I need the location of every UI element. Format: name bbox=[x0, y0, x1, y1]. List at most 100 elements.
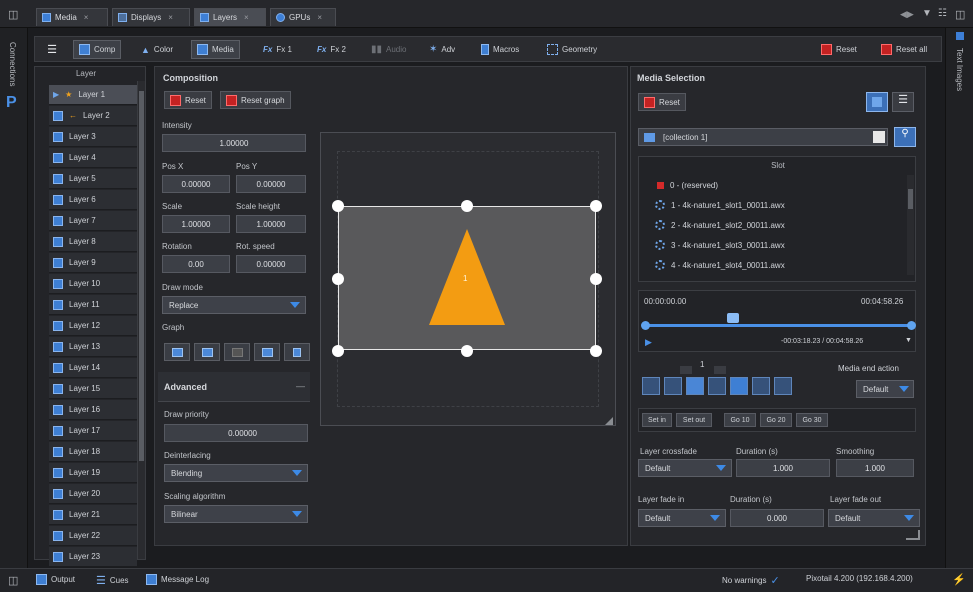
media-button[interactable]: Media bbox=[191, 40, 240, 59]
layer-row-8[interactable]: Layer 8 bbox=[49, 232, 137, 252]
layer-row-20[interactable]: Layer 20 bbox=[49, 484, 137, 504]
smoothing-field[interactable]: 1.000 bbox=[836, 459, 914, 477]
resize-grip-icon[interactable] bbox=[906, 530, 920, 540]
tab-media[interactable]: Media × bbox=[36, 8, 108, 26]
layer-row-9[interactable]: Layer 9 bbox=[49, 253, 137, 273]
layer-row-10[interactable]: Layer 10 bbox=[49, 274, 137, 294]
posy-field[interactable]: 0.00000 bbox=[236, 175, 306, 193]
composition-preview[interactable]: 1 bbox=[320, 132, 616, 426]
layer-row-21[interactable]: Layer 21 bbox=[49, 505, 137, 525]
adv-button[interactable]: ✶ Adv bbox=[423, 40, 461, 59]
resize-grip-icon[interactable] bbox=[605, 417, 613, 425]
resize-handle-bottom-left[interactable] bbox=[332, 345, 344, 357]
close-icon[interactable]: × bbox=[168, 13, 173, 22]
text-images-label[interactable]: Text Images bbox=[955, 48, 964, 91]
dock-icon[interactable]: ◫ bbox=[8, 574, 18, 587]
fade-out-dropdown[interactable]: Default bbox=[828, 509, 920, 527]
collapse-icon[interactable]: — bbox=[296, 381, 305, 391]
tab-displays[interactable]: Displays × bbox=[112, 8, 190, 26]
step-back-button[interactable] bbox=[664, 377, 682, 395]
connections-label[interactable]: Connections bbox=[8, 42, 17, 86]
timeline-start-handle[interactable] bbox=[641, 321, 650, 330]
menu-down-icon[interactable]: ▼ bbox=[922, 8, 932, 19]
resize-handle-bottom[interactable] bbox=[461, 345, 473, 357]
draw-mode-dropdown[interactable]: Replace bbox=[162, 296, 306, 314]
resize-handle-left[interactable] bbox=[332, 273, 344, 285]
connection-icon[interactable]: ⚡ bbox=[952, 573, 966, 586]
slot-row-0[interactable]: 0 - (reserved) bbox=[657, 175, 718, 195]
tab-layers[interactable]: Layers × bbox=[194, 8, 266, 26]
time-readout-arrow-icon[interactable]: ▼ bbox=[905, 337, 912, 344]
media-end-dropdown[interactable]: Default bbox=[856, 380, 914, 398]
graph-button-1[interactable] bbox=[164, 343, 190, 361]
play-button[interactable] bbox=[686, 377, 704, 395]
layer-row-7[interactable]: Layer 7 bbox=[49, 211, 137, 231]
layer-row-1[interactable]: ▶ ★ Layer 1 bbox=[49, 85, 137, 105]
pause-button[interactable] bbox=[708, 377, 726, 395]
close-icon[interactable]: × bbox=[317, 13, 322, 22]
layer-row-4[interactable]: Layer 4 bbox=[49, 148, 137, 168]
set-in-button[interactable]: Set in bbox=[642, 413, 672, 427]
geometry-button[interactable]: Geometry bbox=[541, 40, 603, 59]
resize-handle-top[interactable] bbox=[461, 200, 473, 212]
go30-button[interactable]: Go 30 bbox=[796, 413, 828, 427]
message-log-button[interactable]: Message Log bbox=[146, 574, 209, 585]
loop-button[interactable] bbox=[752, 377, 770, 395]
close-icon[interactable]: × bbox=[244, 13, 249, 22]
layer-row-12[interactable]: Layer 12 bbox=[49, 316, 137, 336]
layer-row-15[interactable]: Layer 15 bbox=[49, 379, 137, 399]
fx2-button[interactable]: Fx Fx 2 bbox=[311, 40, 352, 59]
reset-button[interactable]: Reset bbox=[815, 40, 863, 59]
resize-handle-bottom-right[interactable] bbox=[590, 345, 602, 357]
reset-all-button[interactable]: Reset all bbox=[875, 40, 933, 59]
resize-handle-top-right[interactable] bbox=[590, 200, 602, 212]
go-start-button[interactable] bbox=[642, 377, 660, 395]
slot-row-1[interactable]: 1 - 4k-nature1_slot1_00011.awx bbox=[655, 195, 785, 215]
layer-row-2[interactable]: ← Layer 2 bbox=[49, 106, 137, 126]
comp-reset-button[interactable]: Reset bbox=[164, 91, 212, 109]
slot-scroll-thumb[interactable] bbox=[908, 189, 913, 209]
go20-button[interactable]: Go 20 bbox=[760, 413, 792, 427]
collection-dropdown[interactable]: [collection 1] bbox=[638, 128, 888, 146]
close-icon[interactable]: × bbox=[84, 13, 89, 22]
layer-scrollbar[interactable] bbox=[137, 81, 145, 559]
graph-button-3[interactable] bbox=[224, 343, 250, 361]
scaling-dropdown[interactable]: Bilinear bbox=[164, 505, 308, 523]
layer-row-11[interactable]: Layer 11 bbox=[49, 295, 137, 315]
graph-button-2[interactable] bbox=[194, 343, 220, 361]
layer-row-18[interactable]: Layer 18 bbox=[49, 442, 137, 462]
hamburger-button[interactable]: ☰ bbox=[39, 40, 65, 59]
crossfade-dropdown[interactable]: Default bbox=[638, 459, 732, 477]
stop-button[interactable] bbox=[730, 377, 748, 395]
slot-row-3[interactable]: 3 - 4k-nature1_slot3_00011.awx bbox=[655, 235, 785, 255]
draw-priority-field[interactable]: 0.00000 bbox=[164, 424, 308, 442]
layer-row-17[interactable]: Layer 17 bbox=[49, 421, 137, 441]
media-reset-button[interactable]: Reset bbox=[638, 93, 686, 111]
play-icon[interactable]: ▶ bbox=[645, 337, 652, 348]
layer-bounds[interactable]: 1 bbox=[338, 206, 596, 350]
reset-graph-button[interactable]: Reset graph bbox=[220, 91, 291, 109]
intensity-field[interactable]: 1.00000 bbox=[162, 134, 306, 152]
resize-handle-top-left[interactable] bbox=[332, 200, 344, 212]
scale-height-field[interactable]: 1.00000 bbox=[236, 215, 306, 233]
timeline-track[interactable] bbox=[645, 324, 911, 327]
resize-handle-right[interactable] bbox=[590, 273, 602, 285]
layer-row-5[interactable]: Layer 5 bbox=[49, 169, 137, 189]
fade-in-dropdown[interactable]: Default bbox=[638, 509, 726, 527]
layer-row-22[interactable]: Layer 22 bbox=[49, 526, 137, 546]
slot-row-4[interactable]: 4 - 4k-nature1_slot4_00011.awx bbox=[655, 255, 785, 275]
layer-scroll-thumb[interactable] bbox=[139, 91, 144, 461]
layer-row-16[interactable]: Layer 16 bbox=[49, 400, 137, 420]
tab-gpus[interactable]: GPUs × bbox=[270, 8, 336, 26]
step-forward-button[interactable] bbox=[774, 377, 792, 395]
advanced-header[interactable]: Advanced — bbox=[158, 372, 310, 402]
slot-scrollbar[interactable] bbox=[907, 175, 914, 275]
grid-view-button[interactable] bbox=[866, 92, 888, 112]
output-button[interactable]: Output bbox=[36, 574, 75, 585]
audio-button[interactable]: ▮▮ Audio bbox=[365, 40, 412, 59]
layer-row-14[interactable]: Layer 14 bbox=[49, 358, 137, 378]
playhead-handle[interactable] bbox=[727, 313, 739, 323]
layer-row-3[interactable]: Layer 3 bbox=[49, 127, 137, 147]
layer-row-6[interactable]: Layer 6 bbox=[49, 190, 137, 210]
macros-button[interactable]: Macros bbox=[475, 40, 525, 59]
